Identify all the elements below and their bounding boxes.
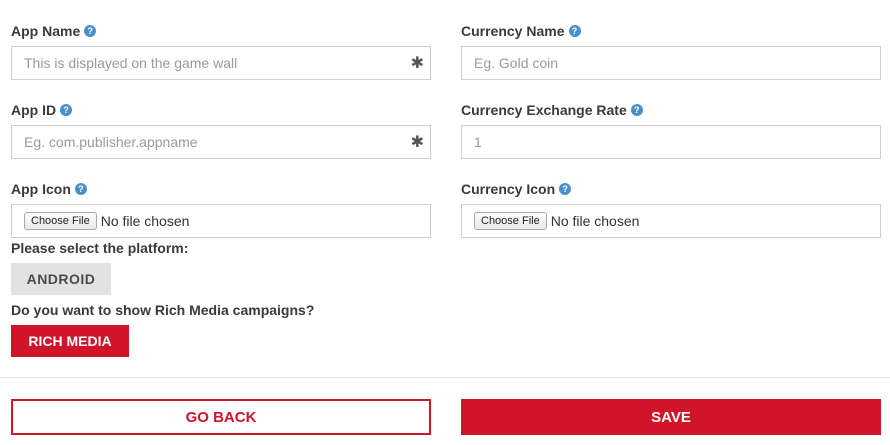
currency-icon-label: Currency Icon ?: [461, 181, 572, 197]
app-name-field[interactable]: ✱: [11, 46, 431, 80]
currency-name-label: Currency Name ?: [461, 23, 581, 39]
app-name-label: App Name ?: [11, 23, 97, 39]
rich-media-button[interactable]: RICH MEDIA: [11, 325, 129, 357]
app-icon-label-text: App Icon: [11, 181, 71, 197]
currency-name-input[interactable]: [462, 47, 880, 79]
required-asterisk-icon: ✱: [410, 134, 424, 151]
app-id-field[interactable]: ✱: [11, 125, 431, 159]
app-icon-label: App Icon ?: [11, 181, 87, 197]
help-icon[interactable]: ?: [74, 183, 87, 195]
app-id-input[interactable]: [12, 126, 430, 158]
app-name-input[interactable]: [12, 47, 430, 79]
help-icon[interactable]: ?: [630, 104, 643, 116]
footer-divider: [0, 377, 890, 378]
help-icon[interactable]: ?: [568, 25, 581, 37]
currency-icon-label-text: Currency Icon: [461, 181, 556, 197]
app-icon-file-status: No file chosen: [100, 213, 190, 229]
save-button[interactable]: SAVE: [461, 399, 881, 435]
currency-icon-file-status: No file chosen: [550, 213, 640, 229]
currency-exchange-rate-label-text: Currency Exchange Rate: [461, 102, 627, 118]
app-name-label-text: App Name: [11, 23, 81, 39]
app-icon-file-field: Choose File No file chosen: [11, 204, 431, 238]
help-icon[interactable]: ?: [60, 104, 73, 116]
platform-question: Please select the platform:: [11, 240, 189, 256]
android-platform-button[interactable]: ANDROID: [11, 263, 111, 295]
currency-icon-file-field: Choose File No file chosen: [461, 204, 881, 238]
currency-name-field[interactable]: [461, 46, 881, 80]
required-asterisk-icon: ✱: [410, 55, 424, 72]
currency-exchange-rate-field[interactable]: [461, 125, 881, 159]
currency-exchange-rate-input[interactable]: [462, 126, 880, 158]
app-id-label: App ID ?: [11, 102, 73, 118]
go-back-button[interactable]: GO BACK: [11, 399, 431, 435]
currency-exchange-rate-label: Currency Exchange Rate ?: [461, 102, 643, 118]
currency-name-label-text: Currency Name: [461, 23, 565, 39]
app-id-label-text: App ID: [11, 102, 57, 118]
app-icon-choose-file-button[interactable]: Choose File: [24, 212, 97, 230]
help-icon[interactable]: ?: [84, 25, 97, 37]
currency-icon-choose-file-button[interactable]: Choose File: [474, 212, 547, 230]
rich-media-question: Do you want to show Rich Media campaigns…: [11, 302, 315, 318]
help-icon[interactable]: ?: [559, 183, 572, 195]
